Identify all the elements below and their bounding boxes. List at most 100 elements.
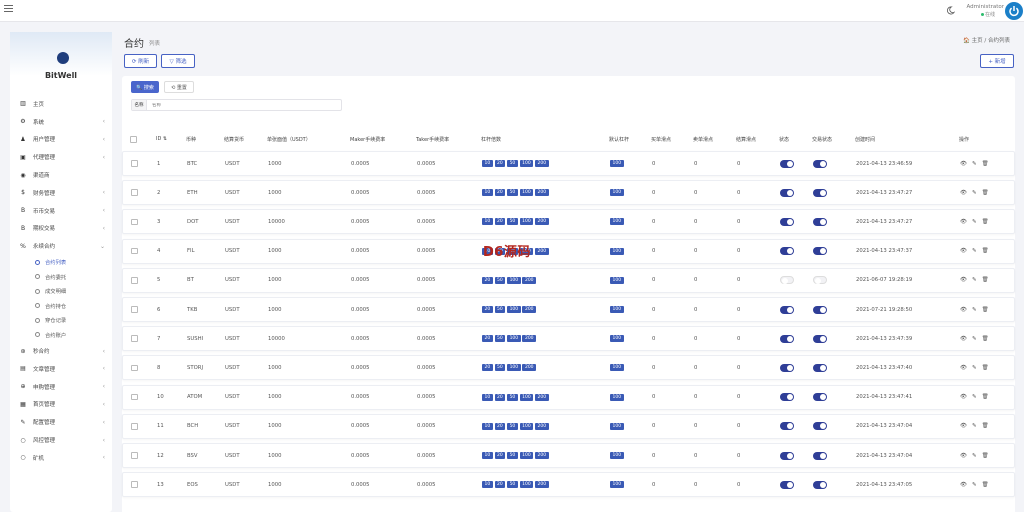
delete-icon[interactable]: 🗑 [982, 423, 989, 429]
trade-status-toggle[interactable] [813, 480, 827, 489]
theme-toggle-icon[interactable] [946, 6, 955, 15]
row-checkbox[interactable] [131, 393, 138, 401]
reset-button[interactable]: ⟲ 重置 [164, 81, 194, 93]
edit-icon[interactable]: ✎ [972, 453, 977, 459]
delete-icon[interactable]: 🗑 [982, 336, 989, 342]
edit-icon[interactable]: ✎ [972, 219, 977, 225]
row-checkbox[interactable] [131, 452, 138, 459]
delete-icon[interactable]: 🗑 [982, 482, 989, 488]
sidebar-item-items0[interactable]: ▥ 主页 [10, 95, 112, 113]
sidebar-subitem[interactable]: 成交明细 [10, 284, 112, 299]
view-icon[interactable]: 👁 [960, 453, 967, 459]
sidebar-item-items2[interactable]: ♟ 用户管理 ‹ [10, 131, 112, 149]
trade-status-toggle[interactable] [813, 422, 827, 431]
status-toggle[interactable] [780, 451, 794, 460]
admin-name[interactable]: Administrator [967, 4, 1005, 10]
view-icon[interactable]: 👁 [960, 277, 967, 283]
trade-status-toggle[interactable] [813, 363, 827, 372]
row-checkbox[interactable] [131, 423, 138, 430]
trade-status-toggle[interactable] [813, 393, 827, 402]
edit-icon[interactable]: ✎ [972, 277, 977, 283]
view-icon[interactable]: 👁 [960, 482, 967, 488]
refresh-button[interactable]: ⟳ 刷新 [124, 54, 157, 68]
trade-status-toggle[interactable] [813, 247, 827, 256]
sidebar-item-items1[interactable]: ⚙ 系统 ‹ [10, 113, 112, 131]
delete-icon[interactable]: 🗑 [982, 161, 989, 167]
filter-button[interactable]: ▽ 筛选 [161, 54, 195, 68]
row-checkbox[interactable] [131, 247, 138, 255]
status-toggle[interactable] [780, 276, 794, 285]
trade-status-toggle[interactable] [813, 305, 827, 314]
sidebar-item-items_after2[interactable]: ⊕ 申购管理 ‹ [10, 378, 112, 396]
status-toggle[interactable] [780, 334, 794, 343]
status-toggle[interactable] [780, 188, 794, 197]
edit-icon[interactable]: ✎ [972, 161, 977, 167]
row-checkbox[interactable] [131, 160, 138, 167]
sidebar-subitem[interactable]: 合约列表 [10, 255, 112, 270]
row-checkbox[interactable] [131, 218, 138, 226]
status-toggle[interactable] [780, 363, 794, 372]
status-toggle[interactable] [780, 393, 794, 402]
trade-status-toggle[interactable] [813, 217, 827, 226]
delete-icon[interactable]: 🗑 [982, 219, 989, 225]
sidebar-item-items8[interactable]: % 永续合约 ⌄ [10, 237, 112, 255]
edit-icon[interactable]: ✎ [972, 248, 977, 254]
delete-icon[interactable]: 🗑 [982, 365, 989, 371]
trade-status-toggle[interactable] [813, 334, 827, 343]
sidebar-subitem[interactable]: 合约持仓 [10, 299, 112, 314]
edit-icon[interactable]: ✎ [972, 307, 977, 313]
status-toggle[interactable] [780, 159, 794, 168]
power-icon[interactable] [1005, 2, 1023, 20]
trade-status-toggle[interactable] [813, 159, 827, 168]
row-checkbox[interactable] [131, 277, 138, 284]
edit-icon[interactable]: ✎ [972, 365, 977, 371]
status-toggle[interactable] [780, 305, 794, 314]
add-button[interactable]: + 新增 [980, 54, 1014, 68]
status-toggle[interactable] [780, 480, 794, 489]
delete-icon[interactable]: 🗑 [982, 277, 989, 283]
edit-icon[interactable]: ✎ [972, 482, 977, 488]
sidebar-item-items_after0[interactable]: ⊛ 秒合约 ‹ [10, 342, 112, 360]
trade-status-toggle[interactable] [813, 188, 827, 197]
search-button[interactable]: 🔍 搜索 [131, 81, 159, 93]
view-icon[interactable]: 👁 [960, 423, 967, 429]
view-icon[interactable]: 👁 [960, 161, 967, 167]
delete-icon[interactable]: 🗑 [982, 307, 989, 313]
delete-icon[interactable]: 🗑 [982, 394, 989, 400]
sidebar-item-items4[interactable]: ◉ 渠道商 [10, 166, 112, 184]
view-icon[interactable]: 👁 [960, 307, 967, 313]
row-checkbox[interactable] [131, 364, 138, 372]
sidebar-item-items7[interactable]: B 期权交易 ‹ [10, 220, 112, 238]
breadcrumb[interactable]: 🏠 主页 / 合约列表 [963, 36, 1010, 44]
view-icon[interactable]: 👁 [960, 394, 967, 400]
sidebar-item-items_after4[interactable]: ✎ 配置管理 ‹ [10, 413, 112, 431]
delete-icon[interactable]: 🗑 [982, 190, 989, 196]
sidebar-subitem[interactable]: 合约委托 [10, 270, 112, 285]
status-toggle[interactable] [780, 422, 794, 431]
view-icon[interactable]: 👁 [960, 190, 967, 196]
row-checkbox[interactable] [131, 189, 138, 196]
view-icon[interactable]: 👁 [960, 365, 967, 371]
view-icon[interactable]: 👁 [960, 248, 967, 254]
sidebar-subitem[interactable]: 穿仓记录 [10, 313, 112, 328]
sidebar-item-items_after6[interactable]: ○ 矿机 ‹ [10, 449, 112, 467]
view-icon[interactable]: 👁 [960, 336, 967, 342]
sidebar-item-items_after5[interactable]: ○ 风控管理 ‹ [10, 431, 112, 449]
sidebar-item-items_after1[interactable]: ▤ 文章管理 ‹ [10, 360, 112, 378]
sidebar-subitem[interactable]: 合约账户 [10, 328, 112, 343]
edit-icon[interactable]: ✎ [972, 394, 977, 400]
sidebar-item-items3[interactable]: ▣ 代理管理 ‹ [10, 148, 112, 166]
edit-icon[interactable]: ✎ [972, 336, 977, 342]
trade-status-toggle[interactable] [813, 451, 827, 460]
status-toggle[interactable] [780, 247, 794, 256]
delete-icon[interactable]: 🗑 [982, 453, 989, 459]
delete-icon[interactable]: 🗑 [982, 248, 989, 254]
edit-icon[interactable]: ✎ [972, 423, 977, 429]
sidebar-item-items_after3[interactable]: ▦ 首页管理 ‹ [10, 396, 112, 414]
column-header[interactable]: ID ⇅ [156, 136, 167, 142]
menu-toggle-icon[interactable] [4, 5, 13, 14]
status-toggle[interactable] [780, 217, 794, 226]
select-all-checkbox[interactable] [130, 136, 137, 143]
sidebar-item-items6[interactable]: B 币币交易 ‹ [10, 202, 112, 220]
name-filter-input[interactable] [147, 102, 341, 108]
